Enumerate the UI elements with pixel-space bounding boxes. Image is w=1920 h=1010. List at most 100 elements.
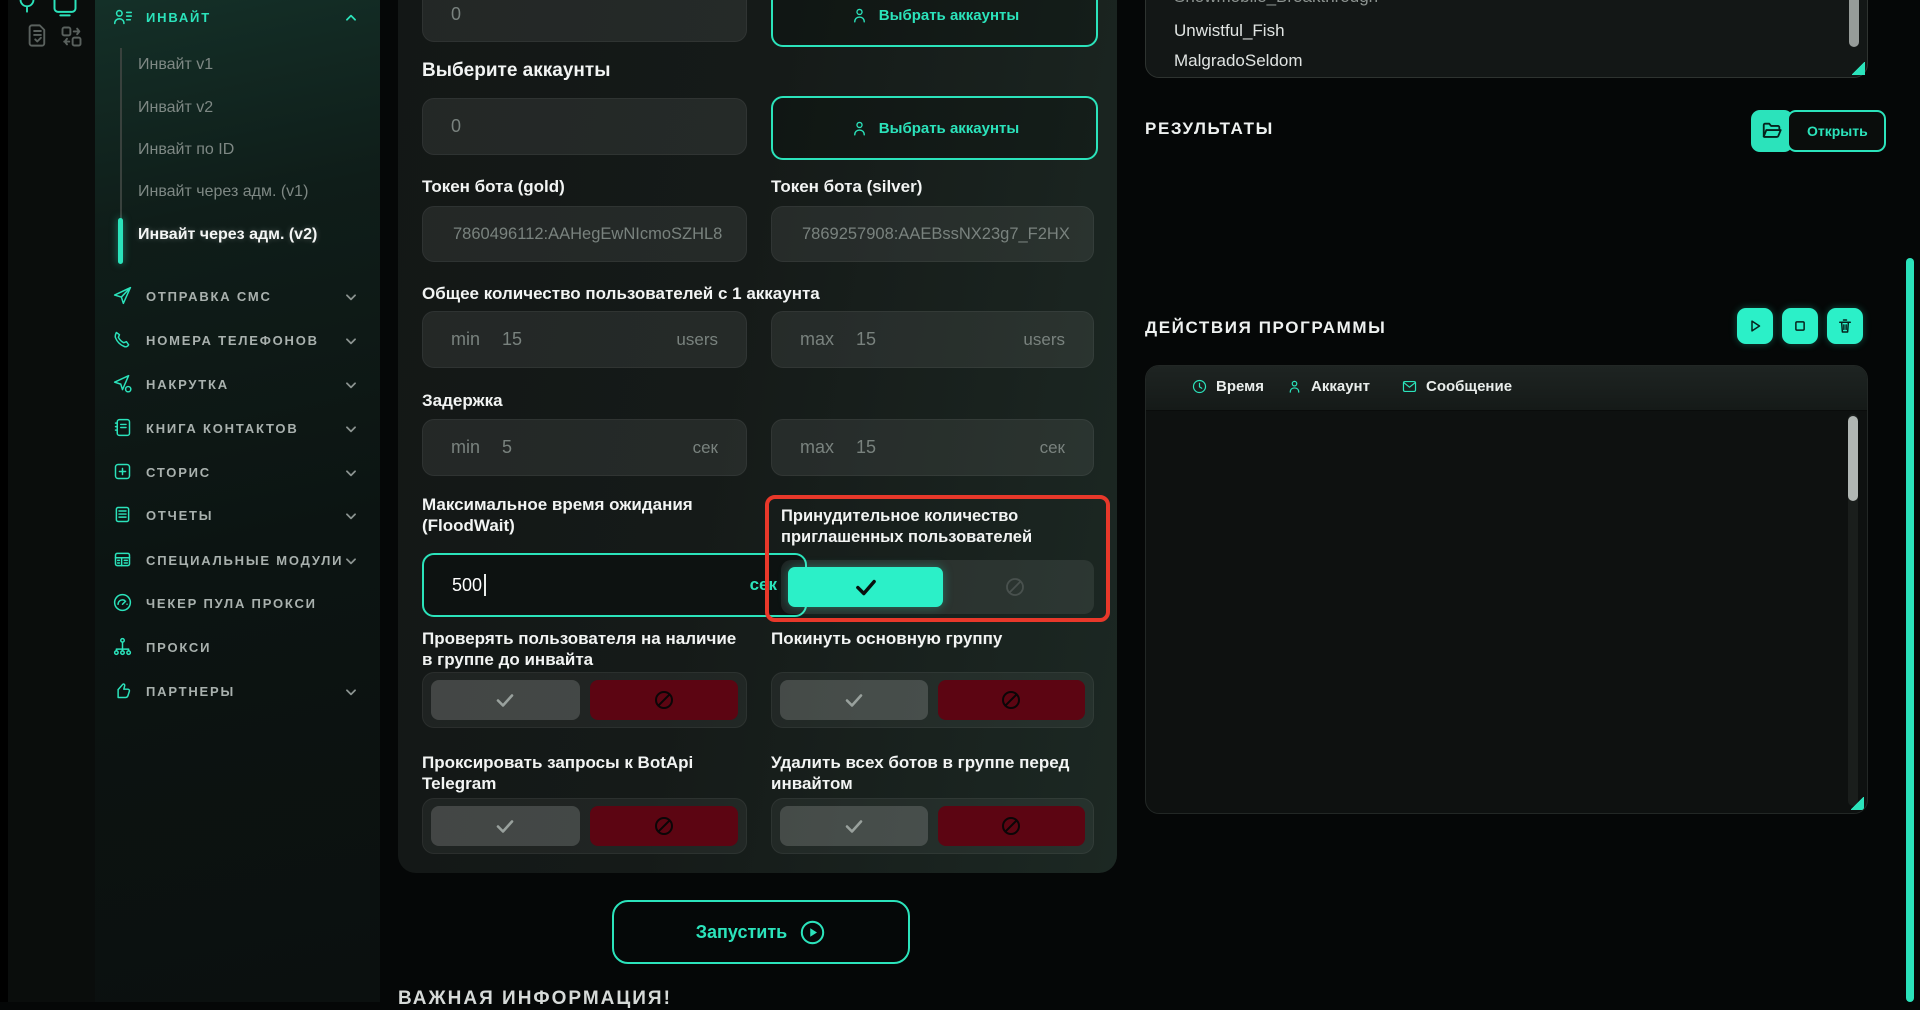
forced-count-yes-option[interactable] — [788, 567, 943, 607]
no-option[interactable] — [938, 680, 1086, 720]
start-actions-button[interactable] — [1737, 308, 1773, 344]
sidebar-item-contacts-book[interactable]: КНИГА КОНТАКТОВ — [95, 413, 380, 443]
column-account[interactable]: Аккаунт — [1286, 378, 1370, 395]
user-icon — [850, 119, 869, 138]
sidebar-item-stories[interactable]: СТОРИС — [95, 457, 380, 487]
sidebar-item-proxy[interactable]: ПРОКСИ — [95, 632, 380, 662]
delay-min-input[interactable]: min 5 сек — [422, 419, 747, 476]
mail-icon — [1401, 378, 1418, 395]
list-item[interactable]: Unwistful_Fish — [1174, 21, 1285, 41]
chevron-down-icon — [344, 378, 358, 392]
forced-count-highlight-box: Принудительное количество приглашенных п… — [765, 495, 1110, 622]
target-accounts-list[interactable]: Snowmobile_Breakthrough Unwistful_Fish M… — [1145, 0, 1868, 78]
page-scrollbar-thumb[interactable] — [1906, 258, 1914, 1002]
proxy-botapi-label: Проксировать запросы к BotApi Telegram — [422, 752, 747, 794]
proxy-icon — [112, 636, 133, 657]
invite-users-icon — [112, 6, 134, 28]
program-actions-table: Время Аккаунт Сообщение — [1145, 365, 1868, 814]
chevron-down-icon — [344, 422, 358, 436]
select-accounts-button-top[interactable]: Выбрать аккаунты — [771, 0, 1098, 47]
play-icon — [1746, 317, 1764, 335]
reports-icon — [112, 504, 133, 525]
sidebar-subitem-invite-v2[interactable]: Инвайт v2 — [138, 99, 358, 125]
sidebar-item-label: ИНВАЙТ — [146, 10, 211, 25]
doc-check-icon[interactable] — [24, 22, 51, 49]
swap-icon[interactable] — [58, 23, 85, 50]
users-max-input[interactable]: max 15 users — [771, 311, 1094, 368]
window-icon[interactable] — [50, 0, 80, 20]
gauge-icon — [112, 592, 133, 613]
deny-icon — [999, 814, 1023, 838]
sidebar-subitem-invite-by-id[interactable]: Инвайт по ID — [138, 141, 358, 167]
check-icon — [493, 814, 517, 838]
chevron-down-icon — [344, 685, 358, 699]
forced-count-no-option[interactable] — [943, 575, 1087, 599]
floodwait-input[interactable]: 500 сек — [422, 553, 807, 617]
proxy-botapi-toggle — [422, 798, 747, 854]
modules-icon — [112, 549, 133, 570]
results-heading: РЕЗУЛЬТАТЫ — [1145, 119, 1274, 139]
boost-icon — [112, 373, 133, 394]
list-resize-grip[interactable] — [1852, 62, 1865, 75]
table-resize-grip[interactable] — [1851, 797, 1864, 810]
check-icon — [853, 574, 879, 600]
no-option[interactable] — [590, 680, 739, 720]
yes-option[interactable] — [780, 806, 928, 846]
token-gold-input[interactable]: 7860496112:AAHegEwNIcmoSZHL8 — [422, 206, 747, 262]
table-scrollbar-thumb[interactable] — [1848, 416, 1858, 501]
floodwait-label: Максимальное время ожидания (FloodWait) — [422, 494, 722, 536]
list-item[interactable]: MalgradoSeldom — [1174, 51, 1303, 71]
yes-option[interactable] — [780, 680, 928, 720]
open-results-button[interactable]: Открыть — [1751, 110, 1886, 152]
sidebar-item-send-sms[interactable]: ОТПРАВКА СМС — [95, 281, 380, 311]
sidebar-item-reports[interactable]: ОТЧЕТЫ — [95, 500, 380, 530]
sidebar: ИНВАЙТ Инвайт v1 Инвайт v2 Инвайт по ID … — [95, 0, 380, 1002]
list-scrollbar-thumb[interactable] — [1849, 0, 1859, 47]
no-option[interactable] — [938, 806, 1086, 846]
sidebar-item-boost[interactable]: НАКРУТКА — [95, 369, 380, 399]
yes-option[interactable] — [431, 806, 580, 846]
users-per-account-label: Общее количество пользователей с 1 аккау… — [422, 283, 820, 304]
column-message[interactable]: Сообщение — [1401, 378, 1512, 395]
contacts-book-icon — [112, 417, 133, 438]
user-icon — [1286, 378, 1303, 395]
select-accounts-button[interactable]: Выбрать аккаунты — [771, 96, 1098, 160]
program-actions-heading: ДЕЙСТВИЯ ПРОГРАММЫ — [1145, 318, 1386, 338]
sidebar-item-phone-numbers[interactable]: НОМЕРА ТЕЛЕФОНОВ — [95, 325, 380, 355]
sidebar-item-special-modules[interactable]: СПЕЦИАЛЬНЫЕ МОДУЛИ — [95, 545, 380, 575]
clock-icon — [1191, 378, 1208, 395]
accounts-count-field[interactable]: 0 — [422, 98, 747, 155]
delay-max-input[interactable]: max 15 сек — [771, 419, 1094, 476]
phone-icon — [112, 329, 133, 350]
sidebar-item-partners[interactable]: ПАРТНЕРЫ — [95, 676, 380, 706]
sidebar-item-invite[interactable]: ИНВАЙТ — [95, 2, 380, 32]
deny-icon — [1003, 575, 1027, 599]
list-item[interactable]: Snowmobile_Breakthrough — [1174, 0, 1378, 7]
sidebar-subitem-invite-admin-v1[interactable]: Инвайт через адм. (v1) — [138, 183, 358, 209]
deny-icon — [652, 688, 676, 712]
yes-option[interactable] — [431, 680, 580, 720]
active-item-indicator — [118, 218, 123, 264]
invite-settings-panel: 0 Выбрать аккаунты Выберите аккаунты 0 В… — [398, 0, 1117, 873]
leave-group-label: Покинуть основную группу — [771, 628, 1094, 649]
sidebar-item-proxy-pool-checker[interactable]: ЧЕКЕР ПУЛА ПРОКСИ — [95, 588, 380, 618]
users-min-input[interactable]: min 15 users — [422, 311, 747, 368]
accounts-count-field-top[interactable]: 0 — [422, 0, 747, 42]
remove-bots-toggle — [771, 798, 1094, 854]
delay-label: Задержка — [422, 390, 503, 411]
thumbs-up-icon — [112, 680, 133, 701]
no-option[interactable] — [590, 806, 739, 846]
sidebar-subitem-invite-admin-v2[interactable]: Инвайт через адм. (v2) — [138, 226, 358, 252]
check-icon — [842, 814, 866, 838]
stop-actions-button[interactable] — [1782, 308, 1818, 344]
clear-actions-button[interactable] — [1827, 308, 1863, 344]
column-time[interactable]: Время — [1191, 378, 1264, 395]
token-silver-input[interactable]: 7869257908:AAEBssNX23g7_F2HX — [771, 206, 1094, 262]
important-info-heading: ВАЖНАЯ ИНФОРМАЦИЯ! — [398, 988, 672, 1010]
run-button[interactable]: Запустить — [612, 900, 910, 964]
sidebar-subitem-invite-v1[interactable]: Инвайт v1 — [138, 56, 358, 82]
chevron-down-icon — [344, 334, 358, 348]
table-header: Время Аккаунт Сообщение — [1146, 366, 1867, 411]
plug-icon[interactable] — [14, 0, 40, 16]
chevron-up-icon — [344, 11, 358, 25]
